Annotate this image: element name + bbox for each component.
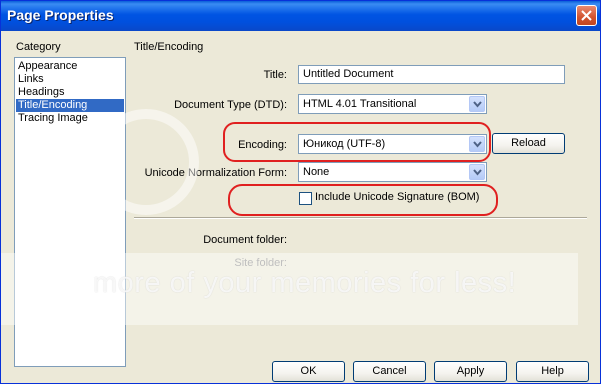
doctype-dropdown-button[interactable] [469, 96, 485, 112]
reload-button[interactable]: Reload [492, 133, 565, 154]
category-item-links[interactable]: Links [16, 73, 124, 86]
apply-button[interactable]: Apply [434, 361, 507, 382]
category-item-headings[interactable]: Headings [16, 86, 124, 99]
title-bar[interactable]: Page Properties [1, 1, 600, 31]
section-title: Title/Encoding [134, 41, 204, 53]
watermark-text: more of your memories for less! [93, 267, 517, 299]
normalization-value: None [303, 166, 330, 178]
normalization-dropdown-button[interactable] [469, 164, 485, 180]
document-folder-label: Document folder: [203, 234, 287, 246]
bom-highlight-oval [228, 184, 498, 216]
ok-button[interactable]: OK [272, 361, 345, 382]
category-item-tracing-image[interactable]: Tracing Image [16, 112, 124, 125]
watermark-logo [93, 109, 199, 215]
close-x-icon [581, 10, 592, 21]
encoding-highlight-oval [223, 122, 491, 162]
category-item-appearance[interactable]: Appearance [16, 60, 124, 73]
cancel-button[interactable]: Cancel [353, 361, 426, 382]
chevron-down-icon [473, 169, 482, 176]
title-label: Title: [263, 69, 287, 81]
normalization-select[interactable]: None [298, 162, 487, 182]
window-title: Page Properties [7, 7, 114, 23]
doctype-label: Document Type (DTD): [174, 99, 287, 111]
close-button[interactable] [576, 5, 597, 26]
doctype-select[interactable]: HTML 4.01 Transitional [298, 94, 487, 114]
page-properties-dialog: Page Properties Category Appearance Link… [0, 0, 601, 384]
category-label: Category [16, 41, 61, 53]
divider [134, 217, 587, 219]
title-input[interactable]: Untitled Document [298, 65, 565, 84]
chevron-down-icon [473, 101, 482, 108]
doctype-value: HTML 4.01 Transitional [303, 98, 417, 110]
category-item-title-encoding[interactable]: Title/Encoding [16, 99, 124, 112]
help-button[interactable]: Help [516, 361, 589, 382]
